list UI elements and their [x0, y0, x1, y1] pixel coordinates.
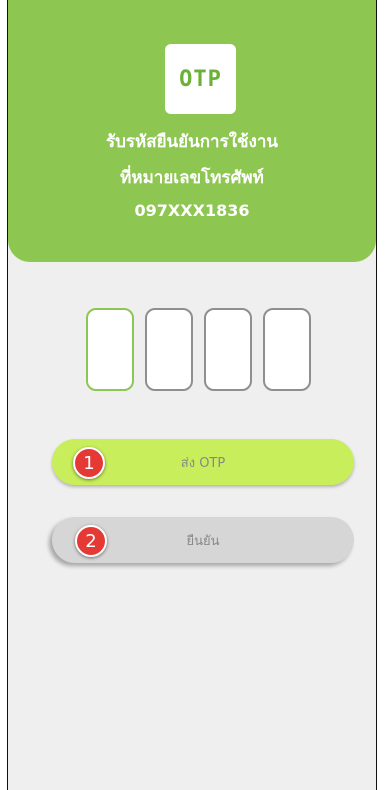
confirm-label: ยืนยัน	[186, 533, 220, 549]
send-otp-label: ส่ง OTP	[180, 455, 226, 471]
otp-digit-4[interactable]	[263, 308, 311, 391]
phone-screen: OTP รับรหัสยืนยันการใช้งาน ที่หมายเลขโทร…	[7, 0, 377, 790]
otp-digit-3[interactable]	[204, 308, 252, 391]
step-badge-2: 2	[75, 525, 107, 557]
phone-number: 097XXX1836	[134, 201, 250, 220]
header-title: รับรหัสยืนยันการใช้งาน	[105, 132, 279, 152]
otp-header: OTP รับรหัสยืนยันการใช้งาน ที่หมายเลขโทร…	[8, 0, 376, 262]
otp-logo: OTP	[165, 44, 236, 114]
otp-input-group	[86, 308, 311, 391]
otp-digit-1[interactable]	[86, 308, 134, 391]
otp-logo-text: OTP	[179, 66, 222, 92]
step-badge-1: 1	[73, 447, 105, 479]
header-subtitle: ที่หมายเลขโทรศัพท์	[120, 168, 264, 188]
otp-digit-2[interactable]	[145, 308, 193, 391]
